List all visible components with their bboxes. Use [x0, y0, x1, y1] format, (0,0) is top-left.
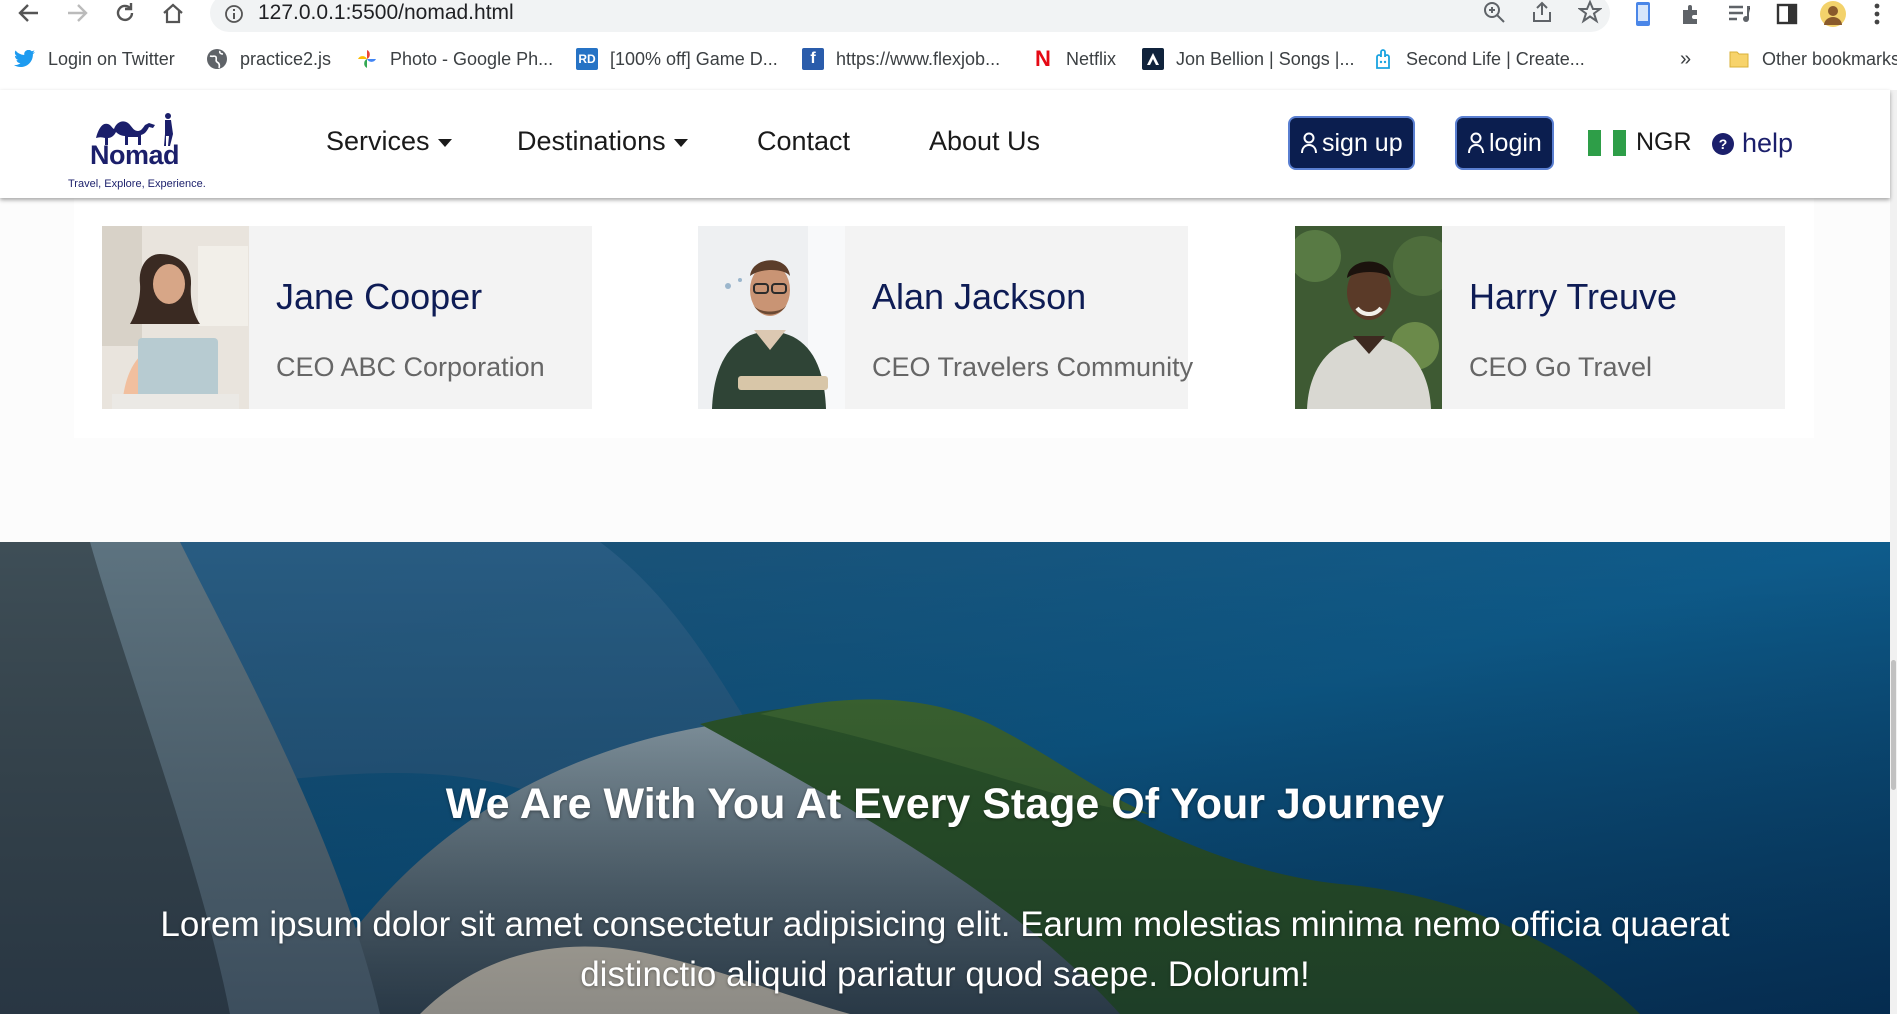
alan-jackson-photo [698, 226, 845, 409]
nav-contact-link[interactable]: Contact [757, 126, 850, 157]
team-card: Jane Cooper CEO ABC Corporation [102, 226, 592, 409]
team-member-name: Jane Cooper [276, 276, 483, 317]
user-icon [1301, 132, 1317, 154]
globe-icon [206, 48, 228, 70]
bookmark-label: https://www.flexjob... [836, 48, 1001, 69]
bookmark-game-dev[interactable]: RD [100% off] Game D... [576, 44, 778, 74]
team-card: Harry Treuve CEO Go Travel [1295, 226, 1785, 409]
nav-destinations-dropdown[interactable]: Destinations [517, 126, 688, 157]
reload-icon[interactable] [110, 0, 140, 26]
bookmark-label: Netflix [1066, 48, 1117, 69]
share-icon[interactable] [1530, 0, 1556, 26]
bookmark-star-icon[interactable] [1577, 0, 1604, 26]
logo-brand: Nomad [90, 140, 180, 170]
caret-down-icon [673, 138, 688, 147]
browser-menu-icon[interactable] [1862, 0, 1892, 28]
bookmark-google-photos[interactable]: Photo - Google Ph... [356, 44, 553, 74]
folder-icon [1728, 48, 1750, 70]
hero-section: We Are With You At Every Stage Of Your J… [0, 542, 1890, 1014]
bookmark-label: Login on Twitter [48, 48, 175, 69]
nav-services-label: Services [326, 126, 430, 156]
flexjobs-icon: f [802, 48, 824, 70]
harry-treuve-photo [1295, 226, 1442, 409]
team-member-role: CEO ABC Corporation [276, 352, 545, 382]
extensions-puzzle-icon[interactable] [1676, 0, 1706, 28]
nav-about-link[interactable]: About Us [929, 126, 1040, 157]
profile-avatar-icon[interactable] [1818, 0, 1848, 28]
back-icon[interactable] [14, 0, 44, 26]
bookmark-label: Photo - Google Ph... [390, 48, 554, 69]
url-text: 127.0.0.1:5500/nomad.html [258, 1, 514, 24]
bookmarks-bar: Login on Twitter practice2.js Photo - Go… [0, 44, 1897, 78]
nav-services-dropdown[interactable]: Services [326, 126, 452, 157]
country-code: NGR [1636, 128, 1692, 156]
home-icon[interactable] [158, 0, 188, 26]
sign-up-button[interactable]: sign up [1288, 116, 1415, 170]
site-header: Nomad Travel, Explore, Experience. Servi… [0, 90, 1890, 198]
team-member-name: Harry Treuve [1469, 276, 1678, 317]
bookmark-label: Second Life | Create... [1406, 48, 1585, 69]
bookmark-second-life[interactable]: Second Life | Create... [1372, 44, 1585, 74]
team-card: Alan Jackson CEO Travelers Community [698, 226, 1193, 409]
scrollbar-thumb[interactable] [1891, 660, 1896, 790]
bookmark-netflix[interactable]: N Netflix [1032, 44, 1116, 74]
bookmark-label: [100% off] Game D... [610, 48, 778, 69]
help-link[interactable]: ? help [1712, 128, 1793, 159]
other-bookmarks-label: Other bookmarks [1762, 48, 1897, 69]
jane-cooper-photo [102, 226, 249, 409]
help-label: help [1742, 128, 1794, 158]
browser-chrome: 127.0.0.1:5500/nomad.html Login on Twitt… [0, 0, 1897, 90]
hero-text: Lorem ipsum dolor sit amet consectetur a… [160, 905, 1730, 994]
bookmark-flexjobs[interactable]: f https://www.flexjob... [802, 44, 1000, 74]
side-panel-icon[interactable] [1772, 0, 1802, 28]
page-scrollbar[interactable] [1890, 90, 1897, 1014]
media-queue-icon[interactable] [1724, 0, 1754, 28]
forward-icon[interactable] [62, 0, 92, 26]
twitter-icon [14, 48, 36, 70]
sign-up-label: sign up [1322, 128, 1403, 157]
rd-icon: RD [576, 48, 598, 70]
bookmark-label: Jon Bellion | Songs |... [1176, 48, 1355, 69]
login-button[interactable]: login [1455, 116, 1554, 170]
logo-tagline: Travel, Explore, Experience. [68, 178, 206, 190]
help-circle-icon: ? [1712, 132, 1734, 155]
bookmark-practice2[interactable]: practice2.js [206, 44, 331, 74]
nav-destinations-label: Destinations [517, 126, 666, 156]
nigeria-flag-icon [1588, 129, 1627, 156]
jon-bellion-icon [1142, 48, 1164, 70]
zoom-icon[interactable] [1482, 0, 1508, 26]
caret-down-icon [437, 138, 452, 147]
browser-toolbar: 127.0.0.1:5500/nomad.html [0, 0, 1897, 32]
team-section: Jane Cooper CEO ABC Corporation Alan Jac… [74, 198, 1814, 438]
team-member-role: CEO Travelers Community [872, 352, 1194, 382]
site-info-icon[interactable] [224, 4, 244, 24]
bookmarks-overflow-button[interactable]: » [1680, 44, 1691, 74]
team-member-role: CEO Go Travel [1469, 352, 1653, 382]
nomad-logo[interactable]: Nomad Travel, Explore, Experience. [66, 102, 206, 192]
google-photos-icon [356, 48, 378, 70]
bookmark-label: practice2.js [240, 48, 332, 69]
hero-title: We Are With You At Every Stage Of Your J… [445, 780, 1445, 828]
login-label: login [1489, 128, 1542, 157]
address-bar[interactable]: 127.0.0.1:5500/nomad.html [210, 0, 1610, 32]
other-bookmarks-folder[interactable]: Other bookmarks [1728, 44, 1897, 74]
bookmark-jon-bellion[interactable]: Jon Bellion | Songs |... [1142, 44, 1354, 74]
user-icon [1468, 132, 1484, 154]
extension-phone-icon[interactable] [1628, 0, 1658, 28]
bookmark-twitter[interactable]: Login on Twitter [14, 44, 175, 74]
netflix-icon: N [1035, 46, 1051, 71]
team-member-name: Alan Jackson [872, 276, 1087, 317]
country-selector[interactable]: NGR [1588, 128, 1692, 157]
second-life-icon [1372, 48, 1394, 70]
